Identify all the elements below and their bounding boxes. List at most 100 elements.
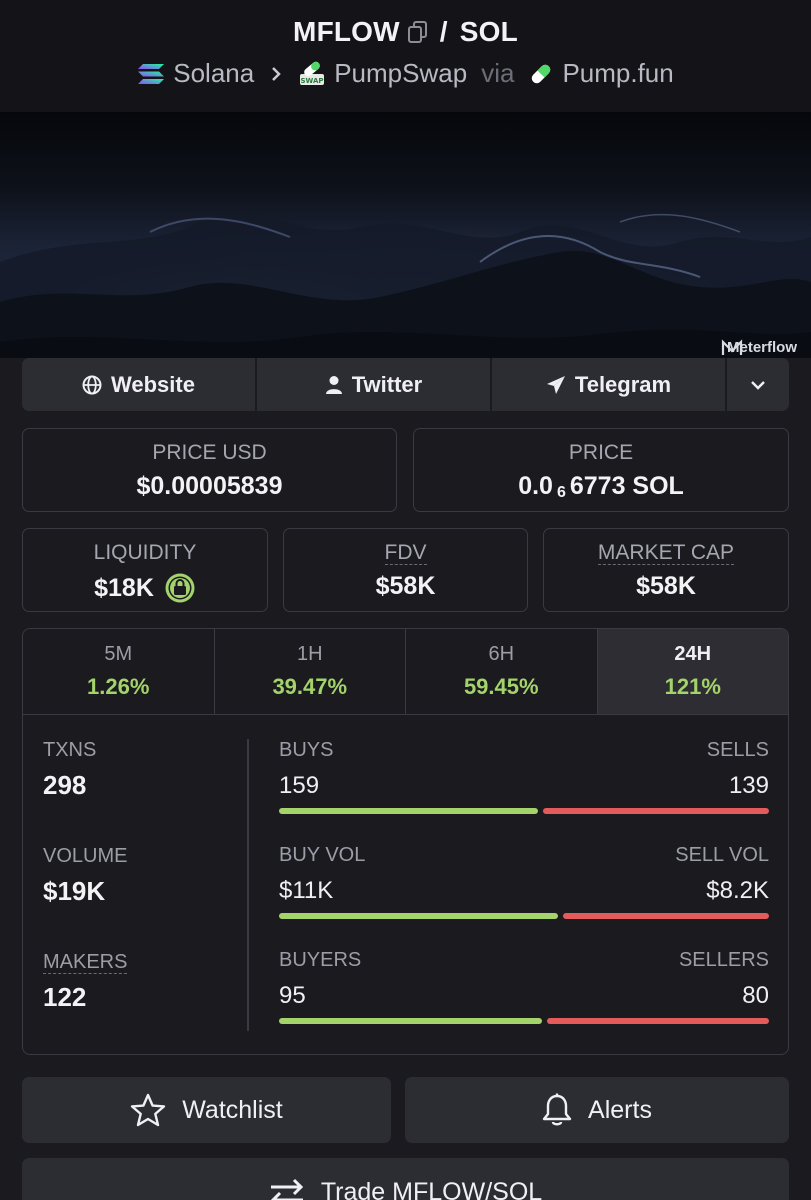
social-links-bar: Website Twitter Telegram: [22, 358, 789, 411]
tab-6h[interactable]: 6H 59.45%: [406, 629, 598, 714]
sell-volume-label: SELL VOL: [675, 844, 769, 866]
volume-label: VOLUME: [43, 845, 128, 867]
buyers-sellers-row: BUYERS SELLERS 95 80: [279, 949, 769, 1024]
buy-sell-volume-row: BUY VOL SELL VOL $11K $8.2K: [279, 844, 769, 919]
lock-icon[interactable]: [164, 572, 196, 604]
watchlist-label: Watchlist: [182, 1095, 283, 1124]
txns-value: 298: [43, 770, 87, 800]
globe-icon: [82, 375, 102, 395]
banner-watermark: Meterflow: [721, 339, 797, 356]
sellers-bar: [547, 1018, 769, 1024]
quote-token-symbol: SOL: [459, 16, 518, 47]
sellers-value: 80: [742, 982, 769, 1009]
price-usd-card: PRICE USD $0.00005839: [22, 428, 397, 512]
chain-link[interactable]: Solana: [173, 58, 254, 89]
liquidity-value-row: $18K: [23, 572, 267, 604]
person-icon: [325, 375, 343, 395]
price-native-label: PRICE: [568, 441, 634, 464]
buys-bar: [279, 808, 538, 814]
chevron-right-icon: [270, 58, 282, 89]
tab-6h-label: 6H: [488, 643, 515, 665]
ocean-waves-art: [0, 213, 811, 358]
pill-icon: [528, 61, 554, 87]
sell-volume-bar: [563, 913, 769, 919]
telegram-link[interactable]: Telegram: [492, 358, 727, 411]
volume-stat: VOLUME $19K: [43, 845, 127, 907]
twitter-label: Twitter: [351, 371, 423, 397]
twitter-link[interactable]: Twitter: [257, 358, 492, 411]
sell-volume-value: $8.2K: [706, 877, 769, 904]
tab-6h-change: 59.45%: [463, 674, 539, 699]
price-usd-label: PRICE USD: [152, 441, 267, 464]
tab-24h[interactable]: 24H 121%: [597, 629, 788, 714]
liquidity-label: LIQUIDITY: [93, 541, 197, 564]
price-usd-value: $0.00005839: [136, 472, 283, 500]
trade-button[interactable]: Trade MFLOW/SOL: [22, 1158, 789, 1200]
txns-stat: TXNS 298: [43, 739, 127, 801]
price-native-zero-count: 6: [556, 483, 566, 501]
market-cap-value: $58K: [636, 572, 696, 600]
pumpswap-logo-icon: SWAP: [298, 60, 326, 88]
tab-5m-label: 5M: [104, 643, 133, 665]
timeframe-tabs: 5M 1.26% 1H 39.47% 6H 59.45% 24H 121%: [23, 629, 788, 715]
buys-sells-ratio-bar: [279, 808, 769, 814]
star-icon: [130, 1093, 166, 1127]
pair-title: MFLOW / SOL: [0, 16, 811, 48]
chain-breadcrumb: Solana SWAP PumpSwap via Pump.fun: [0, 58, 811, 89]
buys-sells-row: BUYS SELLS 159 139: [279, 739, 769, 814]
dex-link[interactable]: PumpSwap: [334, 58, 467, 89]
stats-divider: [247, 739, 249, 1031]
buys-label: BUYS: [279, 739, 334, 761]
more-links-button[interactable]: [727, 358, 789, 411]
base-token-symbol: MFLOW: [293, 16, 400, 47]
svg-text:SWAP: SWAP: [301, 77, 324, 85]
swap-arrows-icon: [269, 1178, 305, 1200]
makers-stat: MAKERS 122: [43, 951, 128, 1013]
fdv-label[interactable]: FDV: [384, 541, 427, 565]
telegram-label: Telegram: [574, 371, 672, 397]
tab-1h-change: 39.47%: [272, 674, 348, 699]
fdv-card: FDV $58K: [283, 528, 528, 612]
pair-separator: /: [439, 16, 448, 47]
alerts-button[interactable]: Alerts: [405, 1077, 789, 1143]
makers-label[interactable]: MAKERS: [43, 951, 128, 974]
volume-ratio-bar: [279, 913, 769, 919]
website-label: Website: [111, 371, 195, 397]
liquidity-card: LIQUIDITY $18K: [22, 528, 268, 612]
sells-label: SELLS: [706, 739, 769, 761]
buy-volume-value: $11K: [279, 877, 334, 904]
tab-1h[interactable]: 1H 39.47%: [215, 629, 406, 714]
trading-stats-panel: 5M 1.26% 1H 39.47% 6H 59.45% 24H 121% TX…: [22, 628, 789, 1055]
sells-value: 139: [728, 772, 769, 799]
token-banner-image: Meterflow: [0, 112, 811, 358]
market-cap-card: MARKET CAP $58K: [543, 528, 789, 612]
tab-1h-label: 1H: [296, 643, 323, 665]
price-native-prefix: 0.0: [518, 472, 553, 500]
makers-value: 122: [43, 982, 87, 1012]
alerts-label: Alerts: [588, 1095, 652, 1124]
buys-value: 159: [279, 772, 320, 799]
pair-header: MFLOW / SOL Solana SWAP PumpSwap via Pum…: [0, 0, 811, 112]
price-native-card: PRICE 0.0 6 6773 SOL: [413, 428, 789, 512]
copy-icon[interactable]: [407, 21, 428, 43]
watchlist-button[interactable]: Watchlist: [22, 1077, 391, 1143]
tab-5m-change: 1.26%: [87, 674, 150, 699]
launchpad-link[interactable]: Pump.fun: [562, 58, 673, 89]
tab-24h-change: 121%: [664, 674, 721, 699]
tab-24h-label: 24H: [674, 643, 712, 665]
via-text: via: [481, 58, 515, 88]
chevron-down-icon: [750, 380, 766, 390]
sells-bar: [542, 808, 769, 814]
buy-volume-bar: [279, 913, 559, 919]
txns-label: TXNS: [43, 739, 97, 761]
website-link[interactable]: Website: [22, 358, 257, 411]
buy-volume-label: BUY VOL: [279, 844, 366, 866]
bell-icon: [542, 1093, 572, 1127]
price-native-value: 0.0 6 6773 SOL: [414, 472, 788, 501]
buyers-bar: [279, 1018, 543, 1024]
tab-5m[interactable]: 5M 1.26%: [23, 629, 215, 714]
buyers-ratio-bar: [279, 1018, 769, 1024]
liquidity-value: $18K: [94, 573, 154, 602]
market-cap-label[interactable]: MARKET CAP: [597, 541, 735, 565]
trade-label: Trade MFLOW/SOL: [320, 1178, 543, 1200]
